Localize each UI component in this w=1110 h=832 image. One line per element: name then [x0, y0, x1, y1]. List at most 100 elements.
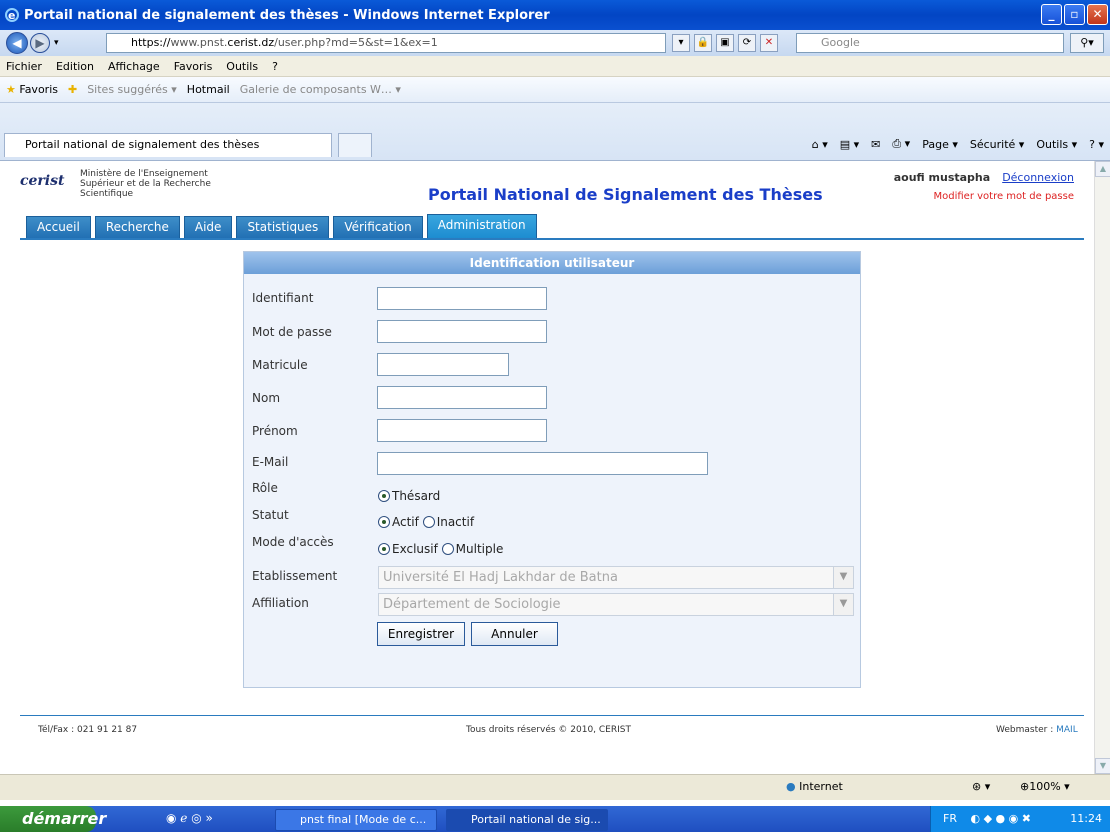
protected-mode-icon[interactable]: ⊛ ▾: [972, 780, 990, 793]
prenom-input[interactable]: [377, 419, 547, 442]
refresh-icon[interactable]: ⟳: [738, 34, 756, 52]
new-tab-button[interactable]: [338, 133, 372, 157]
statut-group: Actif Inactif: [378, 515, 474, 529]
clock: 11:24: [1070, 812, 1102, 825]
nom-input[interactable]: [377, 386, 547, 409]
favorites-button[interactable]: ★ Favoris: [6, 83, 58, 96]
system-tray: FR ◐ ◆ ● ◉ ✖ 11:24: [930, 806, 1110, 832]
change-password-link[interactable]: Modifier votre mot de passe: [934, 191, 1074, 202]
tab-bar: Portail national de signalement des thès…: [0, 103, 1110, 161]
securite-menu[interactable]: Sécurité ▾: [970, 138, 1024, 151]
print-icon[interactable]: ⎙ ▾: [892, 137, 910, 151]
favorites-bar: ★ Favoris ✚ Sites suggérés ▾ Hotmail Gal…: [0, 77, 1110, 103]
menu-help[interactable]: ?: [272, 60, 278, 73]
cancel-button[interactable]: Annuler: [471, 622, 558, 646]
outils-menu[interactable]: Outils ▾: [1036, 138, 1077, 151]
tray-icons[interactable]: ◐ ◆ ● ◉ ✖: [970, 812, 1030, 825]
nav-administration[interactable]: Administration: [426, 214, 537, 238]
nav-verification[interactable]: Vérification: [333, 216, 423, 238]
form-heading: Identification utilisateur: [244, 252, 860, 274]
start-button[interactable]: démarrer: [0, 806, 106, 832]
home-icon[interactable]: ⌂ ▾: [812, 138, 828, 151]
mode-group: Exclusif Multiple: [378, 542, 503, 556]
scroll-up-icon[interactable]: ▲: [1095, 161, 1110, 177]
user-form: Identification utilisateur Identifiant M…: [243, 251, 861, 688]
close-button[interactable]: ✕: [1087, 4, 1108, 25]
matricule-input[interactable]: [377, 353, 509, 376]
chevron-down-icon: ▼: [833, 594, 853, 615]
page-content: cerist Ministère de l'Enseignement Supér…: [0, 161, 1094, 774]
language-indicator[interactable]: FR: [943, 812, 957, 825]
dropdown-icon[interactable]: ▾: [672, 34, 690, 52]
menu-edition[interactable]: Edition: [56, 60, 94, 73]
maximize-button[interactable]: ▫: [1064, 4, 1085, 25]
nav-accueil[interactable]: Accueil: [26, 216, 91, 238]
add-favorite-icon[interactable]: ✚: [68, 83, 77, 96]
fav-sites-suggeres[interactable]: Sites suggérés ▾: [87, 83, 177, 96]
ministry-text: Ministère de l'Enseignement Supérieur et…: [80, 169, 211, 199]
history-dropdown-icon[interactable]: ▾: [54, 38, 59, 48]
radio-exclusif[interactable]: [378, 543, 390, 555]
status-bar: ● Internet ⊛ ▾ ⊕100% ▾: [0, 774, 1110, 800]
back-button[interactable]: ◀: [6, 32, 28, 54]
mail-icon[interactable]: ✉: [871, 138, 880, 151]
search-input[interactable]: Google: [796, 33, 1064, 53]
email-input[interactable]: [377, 452, 708, 475]
etablissement-select[interactable]: Université El Hadj Lakhdar de Batna ▼: [378, 566, 854, 589]
logout-link[interactable]: Déconnexion: [1002, 171, 1074, 184]
zoom-control[interactable]: ⊕100% ▾: [1020, 780, 1070, 793]
save-button[interactable]: Enregistrer: [377, 622, 465, 646]
compat-icon[interactable]: ▣: [716, 34, 734, 52]
search-icon[interactable]: ⚲▾: [1070, 33, 1104, 53]
window-title: Portail national de signalement des thès…: [24, 7, 550, 23]
webmaster-link[interactable]: MAIL: [1056, 725, 1078, 735]
fav-hotmail[interactable]: Hotmail: [187, 83, 230, 96]
password-input[interactable]: [377, 320, 547, 343]
nav-recherche[interactable]: Recherche: [94, 216, 180, 238]
menu-fichier[interactable]: Fichier: [6, 60, 42, 73]
radio-multiple[interactable]: [441, 543, 454, 555]
taskbar: démarrer ◉ ℯ ◎ » pnst final [Mode de c..…: [0, 806, 1110, 832]
menu-affichage[interactable]: Affichage: [108, 60, 160, 73]
menu-favoris[interactable]: Favoris: [174, 60, 213, 73]
nav-statistiques[interactable]: Statistiques: [236, 216, 330, 238]
site-header: cerist Ministère de l'Enseignement Supér…: [20, 167, 1084, 217]
lock-icon[interactable]: 🔒: [694, 34, 712, 52]
taskbar-item-portail[interactable]: Portail national de sig...: [446, 809, 608, 831]
affiliation-select[interactable]: Département de Sociologie ▼: [378, 593, 854, 616]
help-icon[interactable]: ? ▾: [1089, 138, 1104, 151]
footer-copyright: Tous droits réservés © 2010, CERIST: [466, 725, 631, 735]
label-email: E-Mail: [252, 455, 289, 469]
stop-icon[interactable]: ✕: [760, 34, 778, 52]
fav-galerie[interactable]: Galerie de composants W… ▾: [240, 83, 401, 96]
svg-text:e: e: [8, 9, 15, 22]
page-menu[interactable]: Page ▾: [922, 138, 958, 151]
tab-portail[interactable]: Portail national de signalement des thès…: [4, 133, 332, 157]
footer-webmaster: Webmaster : MAIL: [996, 725, 1078, 735]
feeds-icon[interactable]: ▤ ▾: [840, 138, 859, 151]
menu-outils[interactable]: Outils: [226, 60, 258, 73]
radio-thesard[interactable]: [378, 490, 390, 502]
label-affiliation: Affiliation: [252, 596, 309, 610]
chevron-down-icon: ▼: [833, 567, 853, 588]
taskbar-item-pnst[interactable]: pnst final [Mode de c...: [275, 809, 437, 831]
nav-aide[interactable]: Aide: [183, 216, 233, 238]
label-matricule: Matricule: [252, 358, 308, 372]
label-mot-de-passe: Mot de passe: [252, 325, 332, 339]
title-bar: e Portail national de signalement des th…: [0, 0, 1110, 30]
forward-button[interactable]: ▶: [30, 33, 50, 53]
radio-inactif[interactable]: [422, 516, 435, 528]
label-mode-acces: Mode d'accès: [252, 535, 334, 549]
identifiant-input[interactable]: [377, 287, 547, 310]
url-input[interactable]: https://www.pnst.cerist.dz/user.php?md=5…: [106, 33, 666, 53]
quicklaunch-icons[interactable]: ◉ ℯ ◎ »: [166, 811, 213, 825]
vertical-scrollbar[interactable]: ▲ ▼: [1094, 161, 1110, 774]
label-prenom: Prénom: [252, 424, 298, 438]
scroll-down-icon[interactable]: ▼: [1095, 758, 1110, 774]
globe-icon: ●: [786, 780, 796, 793]
minimize-button[interactable]: _: [1041, 4, 1062, 25]
ie-icon: e: [5, 8, 19, 22]
browser-window: e Portail national de signalement des th…: [0, 0, 1110, 806]
radio-actif[interactable]: [378, 516, 390, 528]
label-statut: Statut: [252, 508, 289, 522]
